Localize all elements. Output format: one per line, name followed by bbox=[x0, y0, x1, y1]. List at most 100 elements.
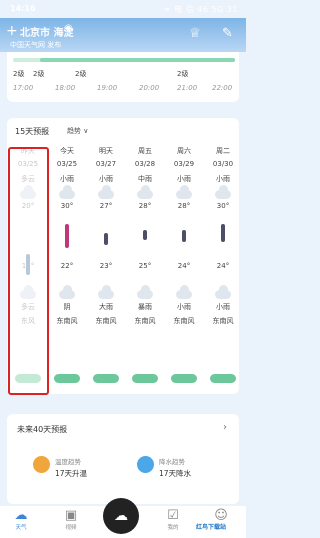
day-cloud-icon bbox=[215, 185, 231, 199]
night-cloud-icon bbox=[176, 285, 192, 299]
plus-icon[interactable]: + bbox=[6, 23, 18, 39]
nav-item-weather[interactable]: ☁ 天气 bbox=[6, 508, 36, 531]
forecast-weather: 小雨 bbox=[99, 175, 113, 183]
forecast-weather: 小雨 bbox=[177, 175, 191, 183]
temperature-range-bar bbox=[182, 230, 186, 242]
hourly-scroll-thumb[interactable] bbox=[40, 58, 235, 62]
night-cloud-icon bbox=[59, 285, 75, 299]
forty-day-card[interactable]: 未来40天预报 › 温度趋势 17天升温 降水趋势 17天降水 bbox=[7, 414, 239, 504]
publisher-text: 中国天气网 发布 bbox=[10, 41, 62, 49]
nav-item-profile[interactable]: ☺ bbox=[206, 508, 236, 523]
night-cloud-icon bbox=[137, 285, 153, 299]
forecast-day-column[interactable]: 周二 03/30 小雨 30° 24° 小雨东南风 bbox=[206, 146, 240, 402]
temperature-range-bar bbox=[104, 233, 108, 245]
forecast-wind: 东南风 bbox=[134, 317, 156, 325]
forecast-weather: 中雨 bbox=[138, 175, 152, 183]
forecast-high-temp: 28° bbox=[138, 202, 152, 210]
header: + 北京市 海淀 ◉ 中国天气网 发布 ♕ ✎ bbox=[0, 18, 246, 52]
air-quality-pill[interactable] bbox=[171, 374, 197, 383]
forecast-day-column[interactable]: 今天 03/25 小雨 30° 22° 阴东南风 bbox=[50, 146, 84, 402]
temperature-trend-label: 温度趋势 bbox=[55, 458, 81, 466]
hourly-time: 20:00 bbox=[139, 84, 160, 92]
forecast-day-column[interactable]: 周六 03/29 小雨 28° 24° 小雨东南风 bbox=[167, 146, 201, 402]
forecast-low-temp: 23° bbox=[99, 262, 113, 270]
forecast-night-weather: 暴雨 bbox=[138, 303, 152, 311]
day-cloud-icon bbox=[98, 185, 114, 199]
forecast-low-temp: 24° bbox=[177, 262, 191, 270]
forecast-night-weather: 大雨 bbox=[99, 303, 113, 311]
precipitation-trend-icon bbox=[137, 456, 154, 473]
hourly-time: 21:00 bbox=[177, 84, 198, 92]
home-cloud-icon[interactable]: ☁ bbox=[103, 498, 139, 534]
trend-dropdown[interactable]: 趋势 ∨ bbox=[67, 126, 88, 136]
forecast-date: 03/28 bbox=[134, 160, 156, 168]
forecast-date: 03/25 bbox=[56, 160, 78, 168]
hourly-time: 17:00 bbox=[13, 84, 34, 92]
nav-label: 视频 bbox=[65, 525, 77, 531]
edit-icon[interactable]: ✎ bbox=[222, 26, 233, 41]
forecast-date: 03/29 bbox=[173, 160, 195, 168]
forecast-low-temp: 24° bbox=[216, 262, 230, 270]
precipitation-trend-label: 降水趋势 bbox=[159, 458, 185, 466]
forecast-high-temp: 28° bbox=[177, 202, 191, 210]
forecast-day-column[interactable]: 周五 03/28 中雨 28° 25° 暴雨 东南风 bbox=[128, 146, 162, 402]
image-icon: ▣ bbox=[64, 508, 78, 523]
nav-item-video[interactable]: ▣ 视频 bbox=[56, 508, 86, 531]
air-quality-pill[interactable] bbox=[93, 374, 119, 383]
night-cloud-icon bbox=[215, 285, 231, 299]
crown-icon[interactable]: ♕ bbox=[189, 26, 201, 41]
forecast-day-name: 周二 bbox=[216, 147, 230, 155]
air-quality-pill[interactable] bbox=[132, 374, 158, 383]
forecast-low-temp: 22° bbox=[60, 262, 74, 270]
hourly-wind: 2级 bbox=[75, 70, 87, 78]
forecast-day-name: 今天 bbox=[60, 147, 74, 155]
forecast-wind: 东南风 bbox=[95, 317, 117, 325]
chevron-right-icon[interactable]: › bbox=[223, 422, 227, 433]
hourly-time: 19:00 bbox=[97, 84, 118, 92]
precipitation-trend-value: 17天降水 bbox=[159, 469, 192, 478]
forecast-high-temp: 30° bbox=[60, 202, 74, 210]
temperature-range-bar bbox=[65, 224, 69, 248]
hourly-wind: 2级 bbox=[33, 70, 45, 78]
day-cloud-icon bbox=[59, 185, 75, 199]
forecast-day-name: 周六 bbox=[177, 147, 191, 155]
forecast-weather: 小雨 bbox=[216, 175, 230, 183]
air-quality-pill[interactable] bbox=[210, 374, 236, 383]
forecast-day-name: 明天 bbox=[99, 147, 113, 155]
night-cloud-icon bbox=[98, 285, 114, 299]
day-cloud-icon bbox=[137, 185, 153, 199]
forecast-high-temp: 27° bbox=[99, 202, 113, 210]
hourly-time: 18:00 bbox=[55, 84, 76, 92]
temperature-range-bar bbox=[143, 230, 147, 240]
gift-icon: ☑ bbox=[167, 508, 179, 523]
location-pin-icon: ◉ bbox=[64, 23, 73, 34]
forecast-night-weather: 小雨 bbox=[216, 303, 230, 311]
forty-day-title: 未来40天预报 bbox=[17, 425, 68, 434]
cloud-icon: ☁ bbox=[14, 508, 28, 523]
forecast-low-temp: 25° bbox=[138, 262, 152, 270]
nav-label: 我的 bbox=[167, 525, 179, 531]
forecast-night-weather: 小雨 bbox=[177, 303, 191, 311]
forecast-wind: 东南风 bbox=[173, 317, 195, 325]
forecast-title: 15天预报 bbox=[15, 127, 50, 136]
hourly-wind: 2级 bbox=[13, 70, 25, 78]
nav-item-mine[interactable]: ☑ 我的 bbox=[158, 508, 188, 531]
status-bar: 14:16 ≈ 电 信 46 5G 31 bbox=[0, 0, 246, 18]
highlight-box bbox=[8, 147, 49, 395]
status-indicators: ≈ 电 信 46 5G 31 bbox=[163, 5, 238, 14]
hourly-time: 22:00 bbox=[212, 84, 233, 92]
profile-icon: ☺ bbox=[214, 508, 228, 523]
forecast-date: 03/27 bbox=[95, 160, 117, 168]
forecast-wind: 东南风 bbox=[212, 317, 234, 325]
watermark-text: 红鸟下载站 bbox=[196, 524, 227, 531]
air-quality-pill[interactable] bbox=[54, 374, 80, 383]
temperature-trend-value: 17天升温 bbox=[55, 469, 88, 478]
forecast-date: 03/30 bbox=[212, 160, 234, 168]
nav-label: 天气 bbox=[15, 525, 27, 531]
forecast-wind: 东南风 bbox=[56, 317, 78, 325]
forecast-night-weather: 阴 bbox=[63, 303, 71, 311]
forecast-high-temp: 30° bbox=[216, 202, 230, 210]
hourly-forecast-card[interactable]: 2级 2级 2级 2级 17:00 18:00 19:00 20:00 21:0… bbox=[7, 52, 239, 102]
forecast-day-column[interactable]: 明天 03/27 小雨 27° 23° 大雨东南风 bbox=[89, 146, 123, 402]
forecast-weather: 小雨 bbox=[60, 175, 74, 183]
